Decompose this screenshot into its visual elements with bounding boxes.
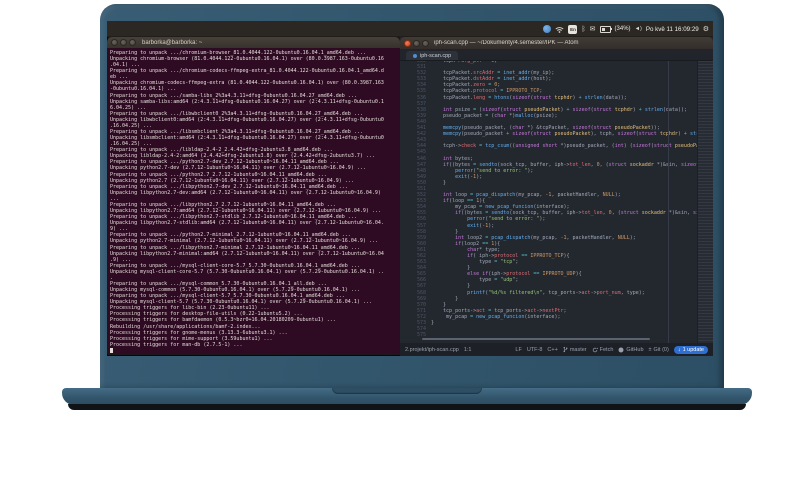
terminal-line: Unpacking python2.7-dev (2.7.12-1ubuntu0… [110,165,366,172]
bluetooth-icon[interactable]: ᛒ [581,26,585,33]
status-bar: 2.projekt/iph-scan.cpp 1:1 LF UTF-8 C++ … [400,343,713,356]
code-editor[interactable]: 530 tcph->urg_ptr = 0; 531 532 tcpPacket.s… [400,61,713,343]
battery-percentage: (34%) [614,26,631,32]
window-close-button[interactable] [404,39,411,47]
terminal-line: Preparing to unpack .../chromium-codecs-… [110,68,384,75]
window-maximize-button[interactable] [129,39,136,46]
terminal-titlebar[interactable]: barborka@barborka: ~ [107,37,400,48]
laptop-base-notch [332,388,482,394]
github-icon [618,347,624,352]
status-cursor-position[interactable]: 1:1 [464,347,472,353]
terminal-body[interactable]: Preparing to unpack .../chromium-browser… [107,48,400,354]
terminal-line: Unpacking libwbclient0:amd64 (2:4.3.11+d… [110,116,384,123]
status-line-ending[interactable]: LF [515,347,521,353]
cpp-file-icon [413,53,417,58]
atom-title: iph-scan.cpp — ~/Dokumenty/4.semester/IP… [434,40,579,46]
terminal-line: Preparing to unpack .../libwbclient0_2%3… [110,110,363,117]
terminal-line: Unpacking samba-libs:amd64 (2:4.3.11+dfs… [110,98,384,105]
status-git-branch[interactable]: master [563,346,587,353]
terminal-line: Unpacking chromium-browser (81.0.4044.12… [110,56,384,63]
sync-icon [592,347,598,352]
app-indicator-icon[interactable] [543,25,552,33]
terminal-line: Preparing to unpack .../samba-libs_2%3a4… [110,92,357,99]
terminal-line: Preparing to unpack .../mysql-client-cor… [110,262,360,269]
ubuntu-top-panel: En ᛒ ✉ (34%) ◄) Po kvě 11 16:09:29 ⚙ [107,21,713,37]
gear-icon[interactable]: ⚙ [703,26,709,33]
diff-icon: ± [648,346,652,353]
laptop-mockup: En ᛒ ✉ (34%) ◄) Po kvě 11 16:09:29 ⚙ bar… [0,0,800,477]
status-github[interactable]: GitHub [618,347,644,353]
keyboard-layout-indicator[interactable]: En [568,24,578,34]
update-badge[interactable]: ↓ 1 update [673,345,708,354]
mail-icon[interactable]: ✉ [590,26,596,33]
terminal-window: barborka@barborka: ~ Preparing to unpack… [107,37,400,354]
status-git-changes[interactable]: ± Git (0) [649,347,669,353]
status-language[interactable]: C++ [547,347,557,353]
terminal-line: Unpacking libsmbclient:amd64 (2:4.3.11+d… [110,135,384,142]
terminal-line: Preparing to unpack .../libpython2.7-min… [110,244,360,251]
wrap-guide [668,61,669,343]
laptop-base-shadow [68,404,746,410]
atom-titlebar[interactable]: iph-scan.cpp — ~/Dokumenty/4.semester/IP… [400,37,713,49]
terminal-cursor [110,347,113,353]
status-encoding[interactable]: UTF-8 [527,347,543,353]
terminal-line: Unpacking libpython2.7-minimal:amd64 (2.… [110,250,384,257]
window-minimize-button[interactable] [120,39,127,46]
desktop-screen: En ᛒ ✉ (34%) ◄) Po kvě 11 16:09:29 ⚙ bar… [107,21,713,356]
status-fetch[interactable]: Fetch [592,347,613,353]
horizontal-scrollbar[interactable] [422,338,650,340]
window-close-button[interactable] [111,39,118,46]
minimap[interactable] [697,61,713,343]
wifi-icon[interactable] [555,26,564,33]
terminal-line: Unpacking libpython2.7-stdlib:amd64 (2.7… [110,220,384,227]
tab-iph-scan-cpp[interactable]: iph-scan.cpp [406,51,459,60]
terminal-line: Unpacking mysql-client-core-5.7 (5.7.30-… [110,268,384,275]
code-lines: 530 tcph->urg_ptr = 0; 531 532 tcpPacket.s… [400,61,713,338]
tab-label: iph-scan.cpp [420,52,452,59]
atom-window: iph-scan.cpp — ~/Dokumenty/4.semester/IP… [400,37,713,356]
branch-icon [563,346,568,353]
battery-icon[interactable] [599,25,612,33]
laptop-base [62,388,752,405]
terminal-title: barborka@barborka: ~ [142,39,203,46]
terminal-line: Unpacking python2.7-minimal (2.7.12-1ubu… [110,238,378,245]
clock[interactable]: Po kvě 11 16:09:29 [646,26,699,33]
window-maximize-button[interactable] [422,39,429,47]
terminal-line: Unpacking libpython2.7-dev:amd64 (2.7.12… [110,189,381,196]
terminal-cursor-line [110,347,400,354]
download-icon: ↓ [677,346,681,353]
status-file-path[interactable]: 2.projekt/iph-scan.cpp [405,347,459,353]
tab-bar: iph-scan.cpp [400,49,713,61]
volume-icon[interactable]: ◄) [635,26,642,33]
system-tray: En ᛒ ✉ (34%) ◄) Po kvě 11 16:09:29 ⚙ [543,21,709,37]
window-minimize-button[interactable] [413,39,420,47]
